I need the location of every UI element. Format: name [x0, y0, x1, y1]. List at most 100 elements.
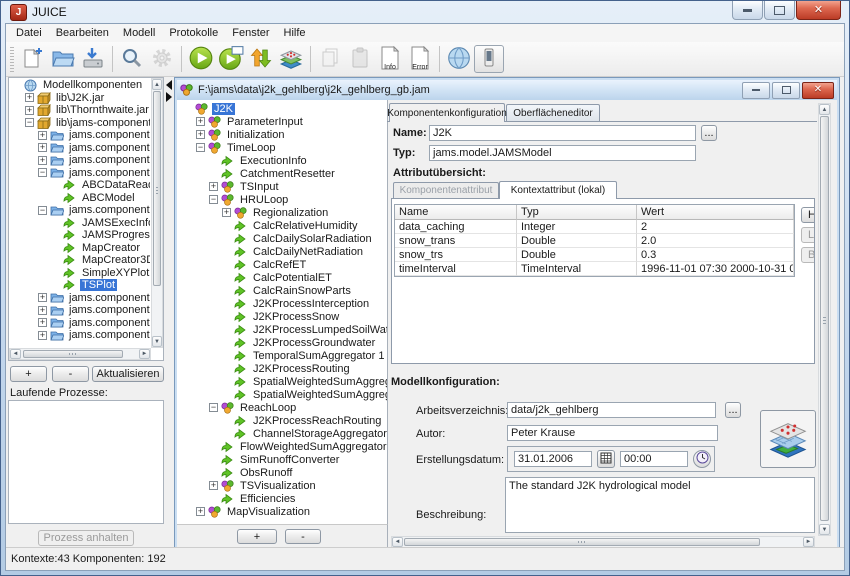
tree-node[interactable]: CalcRelativeHumidity	[181, 219, 387, 232]
tab-oberflaecheneditor[interactable]: Oberflächeneditor	[506, 104, 600, 122]
tree-node[interactable]: +lib\J2K.jar	[10, 92, 150, 105]
config-vscrollbar[interactable]: ▲ ▼	[818, 103, 831, 536]
scrollbar-thumb[interactable]	[23, 350, 123, 358]
open-model-button[interactable]	[48, 44, 78, 74]
loeschen-button[interactable]: L	[801, 227, 815, 243]
component-remove-button[interactable]: -	[52, 366, 89, 382]
scroll-up-icon[interactable]: ▲	[819, 104, 830, 115]
tree-node[interactable]: +jams.components.machi	[10, 317, 150, 330]
model-remove-button[interactable]: -	[285, 529, 321, 544]
expand-icon[interactable]: +	[38, 131, 47, 140]
window-titlebar[interactable]: J JUICE ✕	[1, 1, 849, 23]
model-image-button[interactable]	[760, 410, 816, 468]
table-header-cell[interactable]: Typ	[517, 205, 637, 220]
tree-node[interactable]: Modellkomponenten	[10, 79, 150, 92]
scroll-left-icon[interactable]: ◄	[10, 349, 21, 359]
frame-restore-button[interactable]	[772, 82, 800, 99]
tree-node[interactable]: Efficiencies	[181, 492, 387, 505]
scrollbar-thumb[interactable]	[404, 538, 760, 546]
tree-node[interactable]: SimRunoffConverter	[181, 453, 387, 466]
scroll-right-icon[interactable]: ►	[803, 537, 814, 547]
tree-node[interactable]: −jams.components.gui	[10, 204, 150, 217]
collapse-icon[interactable]: −	[38, 168, 47, 177]
copy-button[interactable]	[315, 44, 345, 74]
description-textarea[interactable]: The standard J2K hydrological model	[505, 477, 815, 533]
scrollbar-thumb[interactable]	[153, 91, 161, 286]
settings-button[interactable]	[147, 44, 177, 74]
tree-node[interactable]: +lib\Thornthwaite.jar	[10, 104, 150, 117]
expand-icon[interactable]: +	[209, 481, 218, 490]
tree-node[interactable]: MapCreator	[10, 242, 150, 255]
tab-komponentenattribut[interactable]: Komponentenattribut	[393, 182, 499, 198]
search-button[interactable]	[117, 44, 147, 74]
menu-item-hilfe[interactable]: Hilfe	[277, 26, 313, 40]
time-field[interactable]: 00:00	[620, 451, 688, 467]
save-model-button[interactable]	[78, 44, 108, 74]
table-row[interactable]: snow_transDouble2.0	[395, 234, 794, 248]
new-model-button[interactable]	[18, 44, 48, 74]
expand-icon[interactable]: +	[209, 182, 218, 191]
stop-process-button[interactable]: Prozess anhalten	[38, 530, 134, 546]
minimize-button[interactable]	[732, 1, 763, 20]
tree-node[interactable]: CalcRefET	[181, 258, 387, 271]
expand-icon[interactable]: +	[25, 93, 34, 102]
splitter-expand-right-icon[interactable]	[166, 92, 172, 102]
tree-node[interactable]: FlowWeightedSumAggregator	[181, 440, 387, 453]
tree-node[interactable]: +ParameterInput	[181, 115, 387, 128]
menu-item-fenster[interactable]: Fenster	[225, 26, 276, 40]
tree-node[interactable]: +MapVisualization	[181, 505, 387, 518]
paste-button[interactable]	[345, 44, 375, 74]
attr-table[interactable]: NameTypWert data_cachingInteger2snow_tra…	[394, 204, 795, 277]
model-exchange-button[interactable]	[246, 44, 276, 74]
menu-item-protokolle[interactable]: Protokolle	[162, 26, 225, 40]
tree-node[interactable]: ABCModel	[10, 192, 150, 205]
name-browse-button[interactable]: ...	[701, 125, 717, 141]
tree-node[interactable]: MapCreator3D	[10, 254, 150, 267]
tree-node[interactable]: +TSInput	[181, 180, 387, 193]
tree-node[interactable]: +jams.components.gui.sp	[10, 292, 150, 305]
tree-node[interactable]: J2K	[181, 102, 387, 115]
table-row[interactable]: data_cachingInteger2	[395, 220, 794, 234]
tree-node[interactable]: SpatialWeightedSumAggregator 2	[181, 388, 387, 401]
typ-field[interactable]: jams.model.JAMSModel	[429, 145, 696, 161]
components-tree-hscrollbar[interactable]: ◄ ►	[9, 348, 151, 360]
tree-node[interactable]: TSPlot	[10, 279, 150, 292]
menu-item-bearbeiten[interactable]: Bearbeiten	[49, 26, 116, 40]
scroll-right-icon[interactable]: ►	[139, 349, 150, 359]
tab-komponentenkonfiguration[interactable]: Komponentenkonfiguration	[389, 103, 505, 122]
expand-icon[interactable]: +	[196, 507, 205, 516]
component-add-button[interactable]: +	[10, 366, 47, 382]
tree-node[interactable]: JAMSExecInfo	[10, 217, 150, 230]
expand-icon[interactable]: +	[196, 117, 205, 126]
tree-node[interactable]: J2KProcessInterception	[181, 297, 387, 310]
attr-table-header[interactable]: NameTypWert	[395, 205, 794, 220]
expand-icon[interactable]: +	[38, 318, 47, 327]
error-log-button[interactable]: Error	[405, 44, 435, 74]
hinzufuegen-button[interactable]: Hi	[801, 207, 815, 223]
tree-node[interactable]: CalcPotentialET	[181, 271, 387, 284]
collapse-icon[interactable]: −	[38, 206, 47, 215]
tree-node[interactable]: SimpleXYPlot	[10, 267, 150, 280]
tree-node[interactable]: CalcDailySolarRadiation	[181, 232, 387, 245]
collapse-icon[interactable]: −	[196, 143, 205, 152]
tree-node[interactable]: −lib\jams-components.jar	[10, 117, 150, 130]
table-row[interactable]: snow_trsDouble0.3	[395, 248, 794, 262]
map-layers-button[interactable]	[276, 44, 306, 74]
workdir-field[interactable]: data/j2k_gehlberg	[507, 402, 716, 418]
scroll-left-icon[interactable]: ◄	[392, 537, 403, 547]
model-frame-titlebar[interactable]: F:\jams\data\j2k_gehlberg\j2k_gehlberg_g…	[177, 80, 837, 100]
refresh-button[interactable]: Aktualisieren	[92, 366, 164, 382]
expand-icon[interactable]: +	[25, 106, 34, 115]
calendar-button[interactable]	[597, 450, 615, 468]
tree-node[interactable]: −jams.components.demo.	[10, 167, 150, 180]
tree-node[interactable]: +jams.components.debug	[10, 154, 150, 167]
components-tree-vscrollbar[interactable]: ▲ ▼	[151, 78, 163, 348]
tree-node[interactable]: +jams.components.aggre	[10, 129, 150, 142]
date-field[interactable]: 31.01.2006	[514, 451, 592, 467]
tree-node[interactable]: +TSVisualization	[181, 479, 387, 492]
collapse-icon[interactable]: −	[25, 118, 34, 127]
model-tree[interactable]: J2K+ParameterInput+Initialization−TimeLo…	[177, 100, 387, 518]
tree-node[interactable]: +jams.components.io	[10, 304, 150, 317]
scroll-down-icon[interactable]: ▼	[152, 336, 162, 347]
expand-icon[interactable]: +	[38, 156, 47, 165]
